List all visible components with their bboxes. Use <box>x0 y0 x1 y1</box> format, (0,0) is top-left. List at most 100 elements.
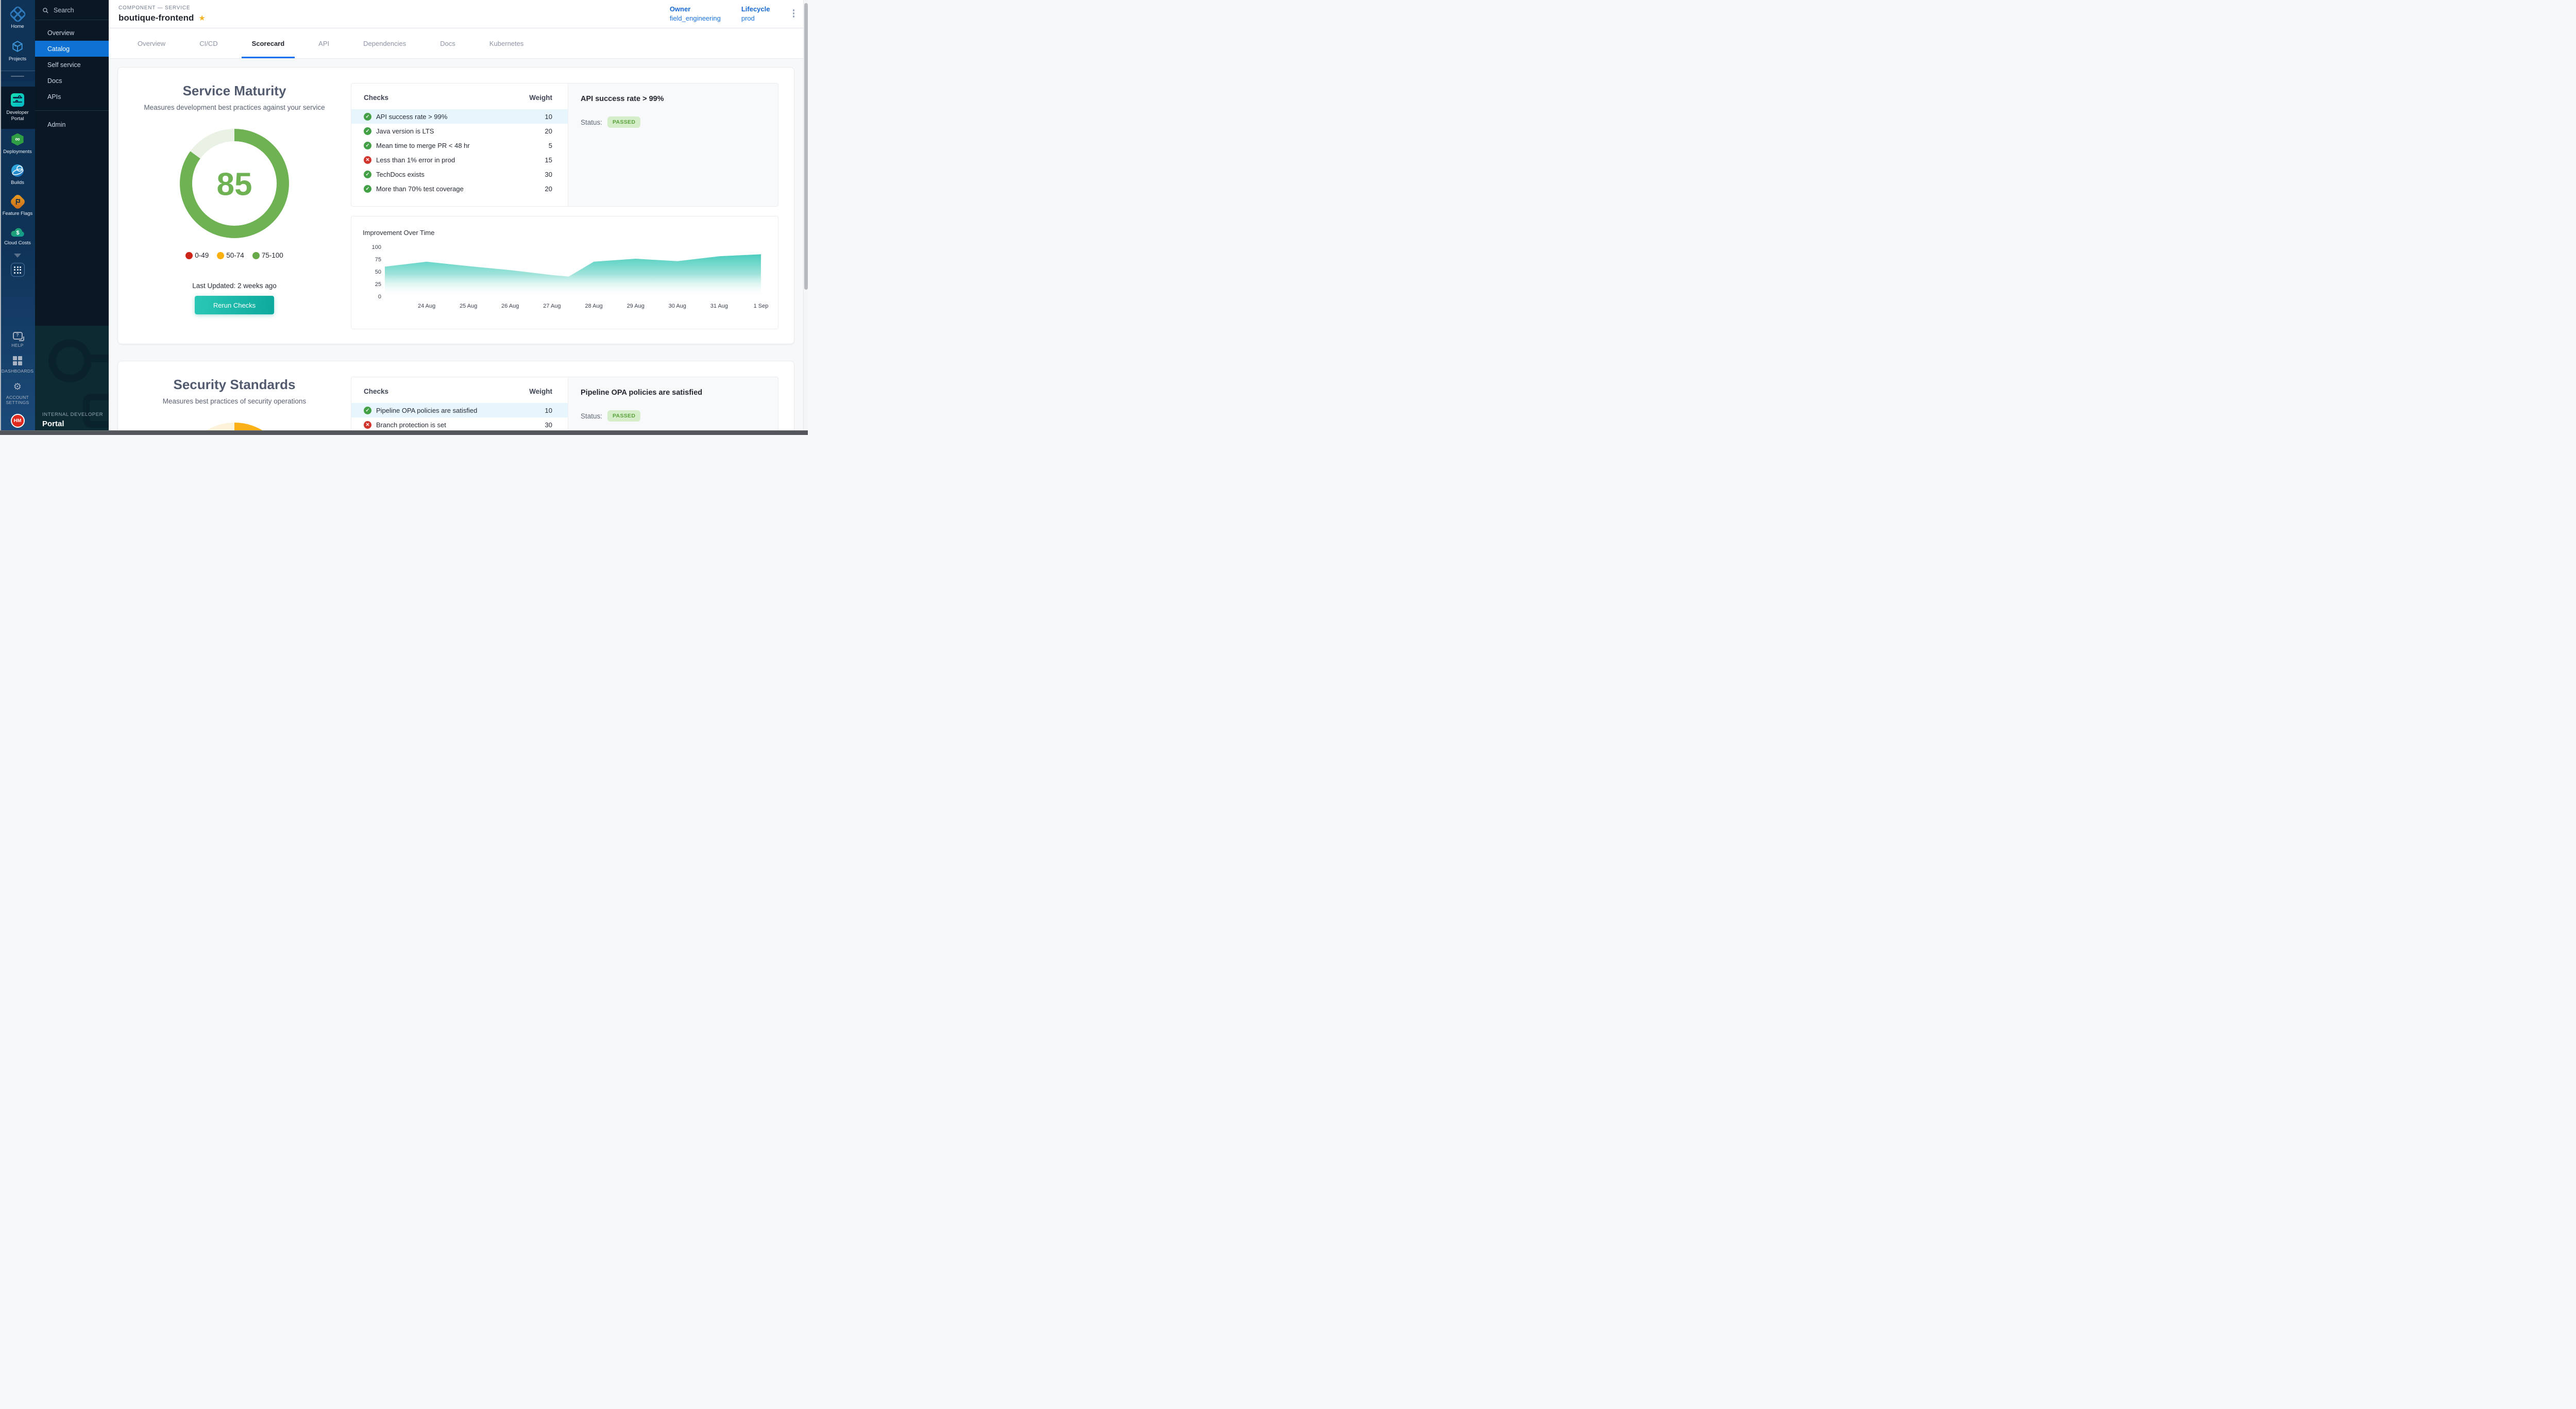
check-label: TechDocs exists <box>376 171 425 178</box>
rail-item-account-settings[interactable]: ⚙ACCOUNT SETTINGS <box>0 378 35 410</box>
scorecard-subtitle: Measures development best practices agai… <box>144 104 325 111</box>
last-updated-text: Last Updated: 2 weeks ago <box>192 282 277 290</box>
rail-item-home[interactable]: Home <box>0 3 35 35</box>
rail-item-label: Projects <box>9 56 26 62</box>
check-row[interactable]: ✕Less than 1% error in prod15 <box>351 153 568 167</box>
sidebar-item-admin[interactable]: Admin <box>35 116 109 132</box>
sidebar-item-docs[interactable]: Docs <box>35 73 109 89</box>
y-axis-tick: 100 <box>372 244 381 250</box>
check-passed-icon: ✓ <box>364 113 371 121</box>
check-failed-icon: ✕ <box>364 421 371 429</box>
sidebar-item-catalog[interactable]: Catalog <box>35 41 109 57</box>
check-status-row: Status:PASSED <box>581 116 766 128</box>
sidebar-search[interactable]: Search <box>35 0 109 20</box>
help-icon: ? <box>13 332 23 340</box>
check-row[interactable]: ✓TechDocs exists30 <box>351 167 568 181</box>
check-label: Mean time to merge PR < 48 hr <box>376 142 470 149</box>
vertical-scrollbar-thumb[interactable] <box>804 3 808 290</box>
scorecard-subtitle: Measures best practices of security oper… <box>163 397 306 405</box>
rail-resize-handle[interactable] <box>11 76 24 77</box>
check-passed-icon: ✓ <box>364 171 371 178</box>
check-row[interactable]: ✓API success rate > 99%10 <box>351 109 568 124</box>
owner-label: Owner <box>670 5 721 13</box>
rail-item-deployments[interactable]: ∞Deployments <box>0 129 35 160</box>
status-badge: PASSED <box>607 410 640 422</box>
rail-item-label: HELP <box>11 343 23 348</box>
checks-table: ChecksWeight✓Pipeline OPA policies are s… <box>351 377 568 435</box>
module-picker-button[interactable] <box>11 263 25 277</box>
legend-item: 50-74 <box>217 251 244 259</box>
checks-table: ChecksWeight✓API success rate > 99%10✓Ja… <box>351 83 568 206</box>
tab-docs[interactable]: Docs <box>430 28 466 58</box>
sidebar-item-apis[interactable]: APIs <box>35 89 109 105</box>
lifecycle-value: prod <box>741 14 770 22</box>
rail-item-developer-portal[interactable]: Developer Portal <box>0 87 35 129</box>
chevron-down-icon[interactable] <box>14 254 21 258</box>
kebab-menu-icon[interactable] <box>791 6 797 21</box>
check-status-row: Status: PASSED <box>581 410 766 422</box>
x-axis-tick: 29 Aug <box>627 303 645 309</box>
breadcrumb: COMPONENT — SERVICE <box>118 5 206 11</box>
rail-item-feature-flags[interactable]: Feature Flags <box>0 191 35 222</box>
check-label: Branch protection is set <box>376 421 446 429</box>
status-label: Status: <box>581 412 602 420</box>
score-value: 85 <box>217 167 252 203</box>
page-title: boutique-frontend <box>118 13 194 23</box>
improvement-chart: 025507510024 Aug25 Aug26 Aug27 Aug28 Aug… <box>363 243 775 321</box>
x-axis-tick: 30 Aug <box>669 303 686 309</box>
search-label: Search <box>54 7 74 14</box>
rerun-checks-button[interactable]: Rerun Checks <box>195 296 274 314</box>
check-weight: 20 <box>545 127 552 135</box>
checks-table-header: ChecksWeight <box>351 83 568 109</box>
check-label: More than 70% test coverage <box>376 185 464 193</box>
scorecard-card: Service MaturityMeasures development bes… <box>117 67 794 344</box>
sidebar-footer-title: Portal <box>42 420 103 428</box>
check-label: Less than 1% error in prod <box>376 156 455 164</box>
sidebar-item-self-service[interactable]: Self service <box>35 57 109 73</box>
legend-dot-icon <box>252 252 260 259</box>
legend-label: 75-100 <box>262 251 283 259</box>
tab-dependencies[interactable]: Dependencies <box>353 28 416 58</box>
favorite-star-icon[interactable]: ★ <box>198 14 205 22</box>
x-axis-tick: 26 Aug <box>501 303 519 309</box>
tab-kubernetes[interactable]: Kubernetes <box>479 28 534 58</box>
feature-flags-icon <box>9 193 26 210</box>
check-passed-icon: ✓ <box>364 127 371 135</box>
rail-item-projects[interactable]: Projects <box>0 35 35 68</box>
x-axis-tick: 27 Aug <box>543 303 561 309</box>
horizontal-scrollbar[interactable] <box>0 430 808 435</box>
check-row[interactable]: ✓Pipeline OPA policies are satisfied10 <box>351 403 568 417</box>
rail-item-cloud-costs[interactable]: $Cloud Costs <box>0 222 35 251</box>
scorecard-title: Security Standards <box>174 377 296 393</box>
rail-item-label: Feature Flags <box>3 211 33 217</box>
check-passed-icon: ✓ <box>364 142 371 149</box>
scorecard-summary: Security Standards Measures best practice… <box>118 361 351 435</box>
check-label: API success rate > 99% <box>376 113 447 121</box>
check-row[interactable]: ✓Java version is LTS20 <box>351 124 568 138</box>
rail-item-dashboards[interactable]: DASHBOARDS <box>0 352 35 378</box>
check-weight: 10 <box>545 407 552 414</box>
legend-dot-icon <box>217 252 224 259</box>
check-row[interactable]: ✓Mean time to merge PR < 48 hr5 <box>351 138 568 153</box>
check-detail-panel: Pipeline OPA policies are satisfiedStatu… <box>568 377 778 435</box>
improvement-chart-panel: Improvement Over Time025507510024 Aug25 … <box>351 216 778 329</box>
tab-ci-cd[interactable]: CI/CD <box>189 28 228 58</box>
check-weight: 20 <box>545 185 552 193</box>
rail-item-builds[interactable]: Builds <box>0 160 35 191</box>
check-row[interactable]: ✕Branch protection is set30 <box>351 417 568 432</box>
checks-panel: ChecksWeight✓API success rate > 99%10✓Ja… <box>351 83 778 207</box>
status-label: Status: <box>581 119 602 126</box>
search-icon <box>42 7 49 14</box>
tab-scorecard[interactable]: Scorecard <box>242 28 295 58</box>
sidebar-item-overview[interactable]: Overview <box>35 25 109 41</box>
tab-overview[interactable]: Overview <box>127 28 176 58</box>
x-axis-tick: 28 Aug <box>585 303 602 309</box>
owner-link[interactable]: field_engineering <box>670 14 721 22</box>
sidebar-footer-eyebrow: INTERNAL DEVELOPER <box>42 412 103 417</box>
tab-api[interactable]: API <box>308 28 340 58</box>
rail-item-help[interactable]: ? HELP <box>0 328 35 353</box>
check-row[interactable]: ✓More than 70% test coverage20 <box>351 181 568 196</box>
lifecycle-block: Lifecycle prod <box>741 5 770 22</box>
rail-item-label: ACCOUNT SETTINGS <box>1 395 34 406</box>
avatar[interactable]: HM <box>11 414 25 428</box>
